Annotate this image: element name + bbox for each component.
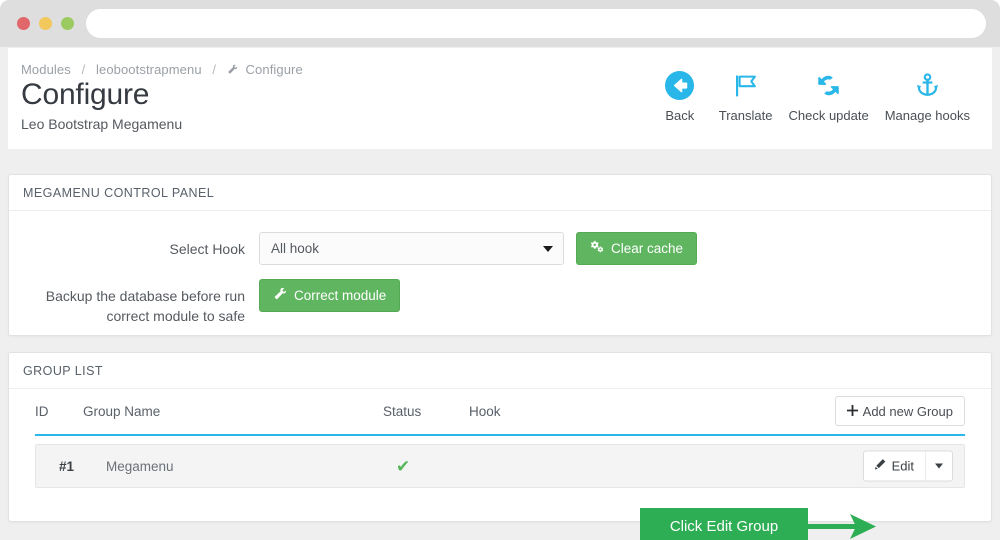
address-bar[interactable] bbox=[86, 9, 986, 38]
chevron-down-icon bbox=[935, 464, 943, 469]
anchor-icon bbox=[913, 68, 942, 102]
minimize-window-button[interactable] bbox=[39, 17, 52, 30]
megamenu-control-panel: MEGAMENU CONTROL PANEL Select Hook All h… bbox=[8, 174, 992, 336]
refresh-icon bbox=[814, 68, 843, 102]
select-hook-dropdown[interactable]: All hook bbox=[259, 232, 564, 265]
add-new-group-button[interactable]: Add new Group bbox=[835, 396, 965, 426]
edit-dropdown-toggle[interactable] bbox=[925, 452, 952, 481]
page-toolbar: Back Translate bbox=[649, 68, 978, 123]
page-title: Configure bbox=[21, 78, 149, 112]
toolbar-button-check-update[interactable]: Check update bbox=[780, 68, 876, 123]
breadcrumb-item-modules[interactable]: Modules bbox=[21, 62, 71, 77]
toolbar-label-manage-hooks: Manage hooks bbox=[885, 108, 970, 123]
arrow-right-icon bbox=[806, 509, 880, 540]
toolbar-button-back[interactable]: Back bbox=[649, 68, 711, 123]
wrench-icon bbox=[273, 287, 287, 304]
toolbar-button-manage-hooks[interactable]: Manage hooks bbox=[877, 68, 978, 123]
page-canvas: Modules / leobootstrapmenu / Configure C… bbox=[0, 47, 1000, 540]
toolbar-button-translate[interactable]: Translate bbox=[711, 68, 781, 123]
cell-status: ✔ bbox=[396, 458, 482, 475]
column-header-hook: Hook bbox=[469, 404, 669, 419]
edit-group-button[interactable]: Edit bbox=[863, 451, 953, 482]
cell-name: Megamenu bbox=[96, 459, 396, 474]
wrench-icon bbox=[227, 63, 238, 78]
breadcrumb-separator-2: / bbox=[212, 62, 216, 77]
column-header-id: ID bbox=[35, 404, 83, 419]
callout-text: Click Edit Group bbox=[670, 518, 778, 535]
column-header-status: Status bbox=[383, 404, 469, 419]
select-hook-value: All hook bbox=[271, 241, 319, 256]
status-check-icon: ✔ bbox=[396, 457, 410, 476]
correct-module-button[interactable]: Correct module bbox=[259, 279, 400, 312]
plus-icon bbox=[847, 404, 858, 419]
close-window-button[interactable] bbox=[17, 17, 30, 30]
select-hook-row: Select Hook All hook Clear cache bbox=[9, 232, 991, 265]
browser-chrome-bar bbox=[0, 0, 1000, 47]
group-list-heading: GROUP LIST bbox=[9, 353, 991, 389]
backup-note-label: Backup the database before run correct m… bbox=[9, 279, 259, 326]
cell-id: #1 bbox=[48, 459, 96, 474]
group-list-body: ID Group Name Status Hook Add new Group bbox=[9, 389, 991, 488]
group-list-panel: GROUP LIST ID Group Name Status Hook bbox=[8, 352, 992, 522]
edit-button-main[interactable]: Edit bbox=[864, 452, 925, 481]
breadcrumb-separator-1: / bbox=[82, 62, 86, 77]
group-table: ID Group Name Status Hook Add new Group bbox=[9, 389, 991, 488]
control-panel-heading: MEGAMENU CONTROL PANEL bbox=[9, 175, 991, 211]
edit-button-label: Edit bbox=[892, 459, 914, 474]
clear-cache-label: Clear cache bbox=[611, 241, 683, 256]
add-new-group-label: Add new Group bbox=[863, 404, 953, 419]
pencil-icon bbox=[874, 459, 886, 474]
page-subtitle: Leo Bootstrap Megamenu bbox=[21, 116, 182, 132]
toolbar-label-back: Back bbox=[665, 108, 694, 123]
window-controls bbox=[17, 17, 74, 30]
back-circle-icon bbox=[664, 68, 695, 102]
cogs-icon bbox=[590, 240, 604, 257]
toolbar-label-translate: Translate bbox=[719, 108, 773, 123]
flag-icon bbox=[731, 68, 760, 102]
toolbar-label-check-update: Check update bbox=[788, 108, 868, 123]
correct-module-label: Correct module bbox=[294, 288, 386, 303]
control-panel-body: Select Hook All hook Clear cache bbox=[9, 232, 991, 326]
breadcrumb-item-configure: Configure bbox=[246, 62, 303, 77]
column-header-name: Group Name bbox=[83, 404, 383, 419]
chevron-down-icon bbox=[543, 246, 553, 252]
table-row[interactable]: #1 Megamenu ✔ bbox=[35, 444, 965, 488]
page-header: Modules / leobootstrapmenu / Configure C… bbox=[8, 48, 992, 149]
clear-cache-button[interactable]: Clear cache bbox=[576, 232, 697, 265]
correct-module-row: Backup the database before run correct m… bbox=[9, 279, 991, 326]
browser-window: Modules / leobootstrapmenu / Configure C… bbox=[0, 0, 1000, 540]
breadcrumb-item-leobootstrapmenu[interactable]: leobootstrapmenu bbox=[96, 62, 202, 77]
click-edit-group-callout: Click Edit Group bbox=[640, 508, 808, 540]
breadcrumb: Modules / leobootstrapmenu / Configure bbox=[21, 62, 303, 78]
group-table-header: ID Group Name Status Hook Add new Group bbox=[35, 389, 965, 436]
select-hook-label: Select Hook bbox=[9, 232, 259, 259]
maximize-window-button[interactable] bbox=[61, 17, 74, 30]
